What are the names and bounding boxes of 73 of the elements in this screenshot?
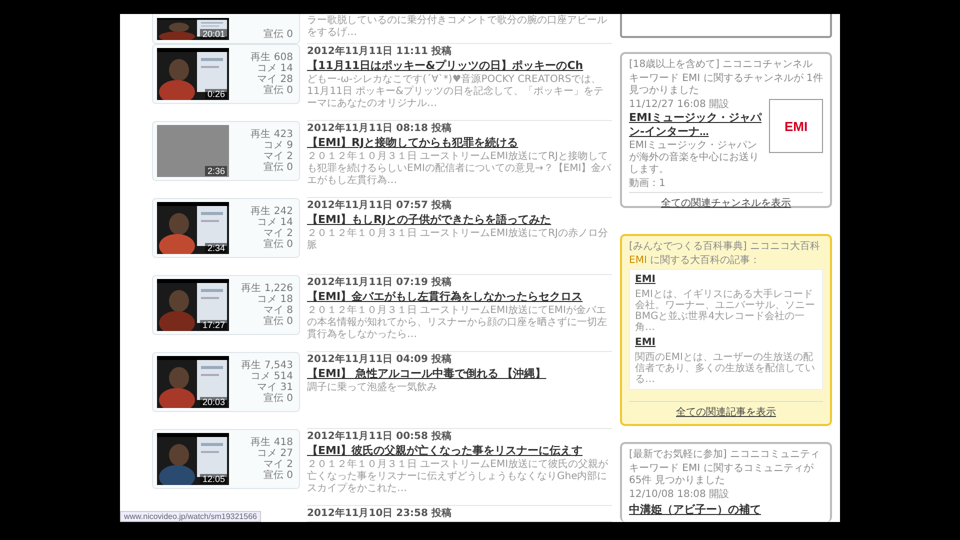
stat-text: マイ 28 [257,74,293,85]
post-date: 2012年11月11日 07:19 投稿 [307,276,452,289]
stat-text: 宣伝 0 [263,85,293,96]
video-description: ２０１２年１０月３１日 ユーストリームEMI放送にて彼氏の父親が亡くなった事をリスナーに伝えずどうしょうもなくなりGhe内部にスカイプをかこれた… [307,459,610,495]
duration-label: 2:36 [205,166,227,176]
stat-text: マイ 8 [263,305,293,316]
all-articles-link[interactable]: 全ての関連記事を表示 [629,401,823,419]
article-link[interactable]: EMI [635,337,817,348]
stat-text: 再生 608 [250,52,293,63]
video-description: どもー-ω-シレカなこです(´∀`*)♥音源POCKY CREATORSでは、11月11日 ポッキー&プリッツの日を記念して、「ポッキー」をテーマにあなたのオリジナル… [307,74,604,110]
post-date: 2012年11月11日 07:57 投稿 [307,199,452,212]
article-link[interactable]: EMI [635,274,817,285]
stat-text: 宣伝 0 [263,316,293,327]
panel-summary: キーワード EMI に関するコミュニティが 65件 見つかりました [629,463,814,487]
video-title-link[interactable]: 【EMI】金バエがもし左貫行為をしなかったらセクロス [307,289,612,305]
duration-label: 0:26 [205,89,227,99]
community-date: 12/10/08 18:08 開設 [629,489,730,501]
stat-text: マイ 2 [263,459,293,470]
panel-source: [最新でお気軽に参加] ニコニコミュニティ [629,449,821,461]
thumbnail-placeholder[interactable] [157,125,229,177]
stat-text: 再生 418 [250,437,293,448]
stat-text: 再生 1,226 [241,283,293,294]
channel-date: 11/12/27 16:08 開設 [629,99,730,111]
duration-label: 20:01 [200,29,227,39]
video-title-link[interactable]: 【EMI】 急性アルコール中毒で倒れる 【沖縄】 [307,366,612,382]
video-title-link[interactable]: 【EMI】彼氏の父親が亡くなった事をリスナーに伝えす [307,443,612,459]
community-link[interactable]: 中溝姫（アビ子ー）の補て [629,503,823,517]
stat-text: マイ 2 [263,228,293,239]
duration-label: 20:03 [200,397,227,407]
stat-text: 宣伝 0 [263,239,293,250]
panel-source: [18歳以上を含めて] ニコニコチャンネル [629,59,814,71]
stat-text: コメ 27 [257,448,293,459]
panel-source: [みんなでつくる百科事典] ニコニコ大百科 [629,241,821,253]
stat-text: 再生 7,543 [241,360,293,371]
stat-text: コメ 9 [263,140,293,151]
video-description: ２０１２年１０月３１日 ユーストリームEMI放送にてEMIが金バエの本名情報が知れてから、リスナーから顔の口座を晒さずに一切左貫行為をしなかったら… [307,305,608,341]
video-title-link[interactable]: 【11月11日はポッキー&プリッツの日】ポッキーのCh [307,58,612,74]
stat-text: 宣伝 0 [263,162,293,173]
channel-link[interactable]: EMIミュージック・ジャパン-インターナ… [629,111,765,140]
stat-text: コメ 514 [250,371,293,382]
article-excerpt: 関西のEMIとは、ユーザーの生放送の配信者であり、多くの生放送を配信している… [635,352,816,385]
stat-text: マイ 2 [263,151,293,162]
stat-text: 宣伝 0 [263,29,293,40]
channel-logo: EMI [769,99,823,153]
video-description: ラー歌脱しているのに乗分付きコメントで歌分の腕の口座アピールをするげ… [307,15,608,39]
post-date: 2012年11月10日 23:58 投稿 [307,507,452,520]
channel-count: 動画：1 [629,178,666,190]
video-title-link[interactable]: 【EMI】RJと接吻してからも犯罪を続ける [307,135,612,151]
video-description: ２０１２年１０月３１日 ユーストリームEMI放送にてRJと接吻しても犯罪を続けるらしいEMIの配信者についての意見→？【EMI】金バエがもし左貫行為… [307,151,612,187]
channel-description: EMIミュージック・ジャパンが海外の音楽を中心にお送りします。 [629,140,760,176]
video-description: ２０１２年１０月３１日 ユーストリームEMI放送にてRJの赤ノロ分脈 [307,228,609,252]
stat-text: 宣伝 0 [263,470,293,481]
stat-text: 再生 423 [250,129,293,140]
post-date: 2012年11月11日 04:09 投稿 [307,353,452,366]
stat-text: マイ 31 [257,382,293,393]
article-excerpt: EMIとは、イギリスにある大手レコード会社。ワーナー、ユニバーサル、ソニーBMGと並ぶ世界4大レコード会社の一角… [635,289,816,333]
post-date: 2012年11月11日 11:11 投稿 [307,45,452,58]
stat-text: コメ 18 [257,294,293,305]
duration-label: 12:05 [200,474,227,484]
panel-summary: EMI に関する大百科の記事： [629,255,762,267]
video-title-link[interactable]: 【EMI】もしRJとの子供ができたらを語ってみた [307,212,612,228]
stat-text: 再生 242 [250,206,293,217]
status-url: www.nicovideo.jp/watch/sm19321566 [120,511,261,522]
duration-label: 17:27 [200,320,227,330]
post-date: 2012年11月11日 00:58 投稿 [307,430,452,443]
duration-label: 2:34 [205,243,227,253]
stat-text: コメ 14 [257,217,293,228]
video-description: 調子に乗って泡盛を一気飲み [307,382,438,394]
all-channels-link[interactable]: 全ての関連チャンネルを表示 [629,192,823,210]
stat-text: コメ 14 [257,63,293,74]
panel-summary: キーワード EMI に関するチャンネルが 1件見つかりました [629,73,823,97]
post-date: 2012年11月11日 08:18 投稿 [307,122,452,135]
stat-text: 宣伝 0 [263,393,293,404]
